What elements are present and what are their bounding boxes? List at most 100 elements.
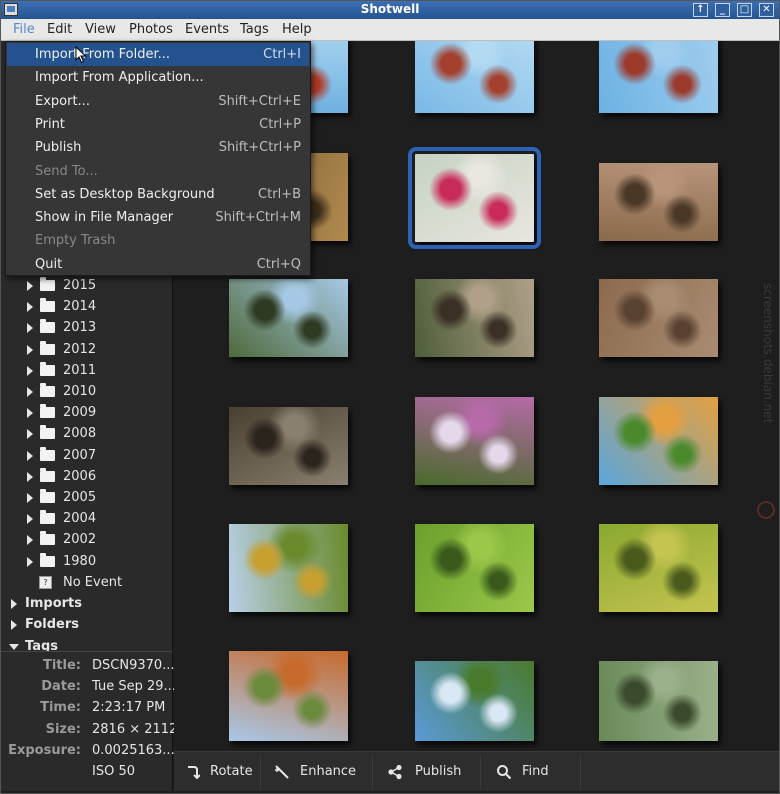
menu-item-label: Export...: [35, 93, 90, 109]
expander-icon[interactable]: [27, 302, 33, 313]
rotate-icon: [188, 766, 200, 780]
menu-item-label: Empty Trash: [35, 233, 116, 249]
menu-item-label: Quit: [35, 256, 63, 272]
menu-item-import-from-folder[interactable]: Import From Folder... Ctrl+I: [7, 43, 309, 66]
mouse-pointer-icon: [75, 46, 87, 64]
info-row: Date: Tue Sep 29...: [1, 676, 176, 697]
menu-item-print[interactable]: Print Ctrl+P: [7, 113, 309, 136]
toolbar-divider: [260, 756, 261, 788]
menu-item-label: Print: [35, 116, 65, 132]
photo-thumbnail-red-leaves-sky-3[interactable]: [599, 41, 718, 113]
enhance-wand-icon: [275, 765, 289, 779]
year-label: 2008: [63, 426, 97, 442]
rotate-label: Rotate: [210, 764, 253, 779]
photo-thumbnail-red-leaves-sky-2[interactable]: [415, 41, 534, 113]
photo-thumbnail-tree-trunk-path[interactable]: [415, 279, 534, 357]
expander-icon[interactable]: [27, 471, 33, 482]
expander-icon[interactable]: [27, 429, 33, 440]
menu-item-show-in-file-manager[interactable]: Show in File Manager Shift+Ctrl+M: [7, 206, 309, 229]
expander-icon[interactable]: [27, 344, 33, 355]
photo-thumbnail-leaves-sky-yellow[interactable]: [229, 524, 348, 612]
rotate-button[interactable]: Rotate: [184, 752, 264, 792]
menu-item-import-from-application[interactable]: Import From Application...: [7, 66, 309, 89]
year-label: 2005: [63, 490, 97, 505]
watermark: screenshots.debian.net: [757, 283, 775, 519]
menu-help[interactable]: Help: [276, 19, 318, 41]
photo-thumbnail-pine-needles[interactable]: [599, 661, 718, 741]
expander-icon[interactable]: [27, 408, 33, 419]
year-label: 2014: [63, 299, 97, 315]
info-value: ISO 50: [92, 764, 135, 779]
share-icon: [388, 764, 402, 780]
photo-thumbnail-woodpecker-trunks[interactable]: [229, 407, 348, 485]
publish-button[interactable]: Publish: [387, 752, 477, 792]
minimize-button[interactable]: _: [715, 3, 730, 17]
year-label: 2012: [63, 341, 97, 357]
photo-thumbnail-pink-flowers[interactable]: [408, 147, 541, 249]
menu-item-export[interactable]: Export... Shift+Ctrl+E: [7, 90, 309, 113]
photo-thumbnail-maple-sky[interactable]: [599, 397, 718, 485]
watermark-text: screenshots.debian.net: [761, 283, 775, 424]
expander-icon[interactable]: [27, 556, 33, 567]
shade-button[interactable]: ↑: [693, 3, 708, 17]
menu-edit[interactable]: Edit: [41, 19, 78, 41]
menu-view[interactable]: View: [79, 19, 122, 41]
info-label: Date:: [41, 679, 81, 695]
debian-swirl-icon: [757, 501, 775, 519]
folder-icon: [40, 298, 55, 313]
expander-icon[interactable]: [27, 281, 33, 291]
expander-icon[interactable]: [27, 493, 33, 503]
folder-icon: [40, 383, 55, 397]
photo-thumbnail-orange-leaves-sky[interactable]: [229, 651, 348, 741]
title-bar[interactable]: Shotwell ↑ _ □ ✕: [1, 1, 779, 19]
enhance-button[interactable]: Enhance: [274, 752, 364, 792]
menu-item-shortcut: Ctrl+Q: [256, 256, 301, 272]
photo-thumbnail-pine-forest-sky[interactable]: [229, 279, 348, 357]
menu-item-quit[interactable]: Quit Ctrl+Q: [7, 253, 309, 276]
expander-icon[interactable]: [27, 450, 33, 461]
expander-icon[interactable]: [11, 599, 17, 609]
menu-tags[interactable]: Tags: [234, 19, 275, 41]
menu-item-shortcut: Ctrl+B: [258, 186, 301, 202]
photo-thumbnail-forest-floor-tree[interactable]: [599, 163, 718, 241]
find-label: Find: [522, 764, 549, 779]
folder-icon: [40, 446, 55, 461]
photo-thumbnail-green-leaves[interactable]: [415, 524, 534, 612]
year-label: 2009: [63, 405, 97, 421]
menu-item-shortcut: Shift+Ctrl+M: [215, 210, 301, 226]
close-button[interactable]: ✕: [759, 3, 774, 17]
tags-label: Tags: [25, 639, 59, 651]
menu-item-shortcut: Shift+Ctrl+E: [218, 93, 301, 109]
folder-icon: [40, 510, 55, 525]
photo-thumbnail-purple-flowers[interactable]: [415, 397, 534, 485]
maximize-button[interactable]: □: [737, 3, 752, 17]
photo-thumbnail-meadow-forest[interactable]: [415, 661, 534, 741]
menu-photos[interactable]: Photos: [123, 19, 179, 41]
folder-icon: [40, 361, 55, 376]
expander-icon[interactable]: [27, 365, 33, 376]
year-label: 2013: [63, 320, 97, 336]
menu-events[interactable]: Events: [179, 19, 235, 41]
menu-item-publish[interactable]: Publish Shift+Ctrl+P: [7, 136, 309, 159]
info-row: Time: 2:23:17 PM: [1, 697, 173, 718]
year-label: 2015: [63, 278, 97, 293]
expander-icon[interactable]: [27, 535, 33, 546]
info-label: Time:: [40, 700, 81, 716]
expander-icon[interactable]: [27, 387, 33, 397]
menu-item-label: Import From Application...: [35, 70, 204, 86]
year-label: 2011: [63, 362, 97, 378]
toolbar-divider: [580, 756, 581, 788]
info-label: Title:: [42, 658, 81, 673]
find-button[interactable]: Find: [496, 752, 576, 792]
menu-item-set-as-desktop-background[interactable]: Set as Desktop Background Ctrl+B: [7, 183, 309, 206]
photo-thumbnail-squirrel-ground[interactable]: [599, 279, 718, 357]
toolbar-divider: [480, 756, 481, 788]
menu-item-send-to: Send To...: [7, 160, 309, 183]
collapse-icon[interactable]: [9, 644, 19, 650]
expander-icon[interactable]: [27, 514, 33, 525]
photo-thumbnail-yellow-green-leaves[interactable]: [599, 524, 718, 612]
expander-icon[interactable]: [11, 620, 17, 630]
menu-file[interactable]: File: [7, 19, 41, 41]
expander-icon[interactable]: [27, 323, 33, 334]
info-row: Size: 2816 × 2112: [1, 719, 178, 740]
